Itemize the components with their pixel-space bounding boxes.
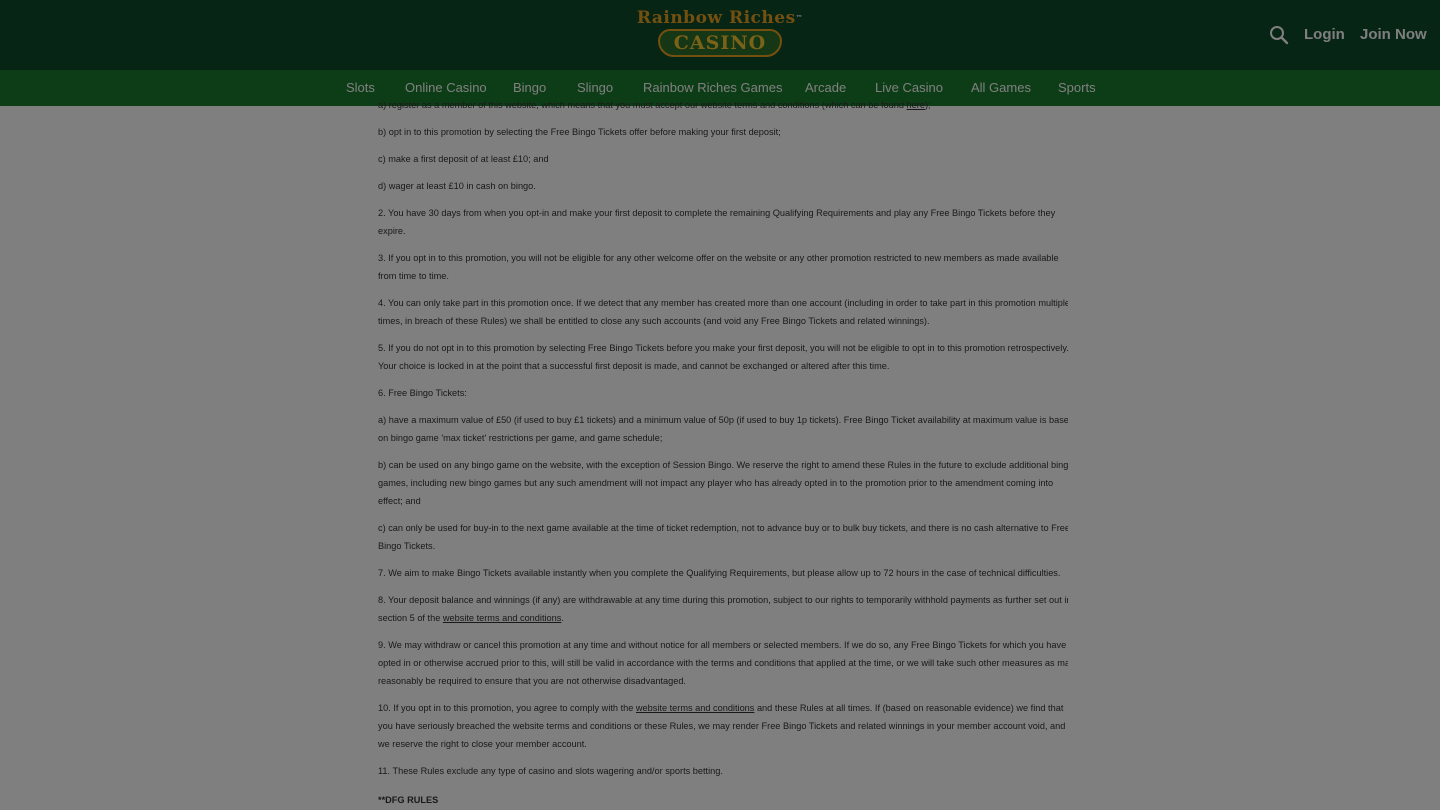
term-8: 8. Your deposit balance and winnings (if… [378, 595, 1068, 623]
dfg-rules-heading: **DFG RULES [378, 795, 439, 805]
term-4: 4. You can only take part in this promot… [378, 298, 1068, 326]
term-1b: b) opt in to this promotion by selecting… [378, 127, 781, 137]
logo-casino-badge: CASINO [657, 29, 783, 57]
term-3: 3. If you opt in to this promotion, you … [378, 253, 1059, 281]
term-6a: a) have a maximum value of £50 (if used … [378, 415, 1068, 443]
website-terms-link[interactable]: website terms and conditions [443, 613, 561, 623]
term-1a: a) register as a member of this website,… [378, 100, 931, 110]
term-1d: d) wager at least £10 in cash on bingo. [378, 181, 536, 191]
term-2: 2. You have 30 days from when you opt-in… [378, 208, 1056, 236]
rainbow-riches-casino-logo[interactable]: Rainbow Riches™ CASINO [626, 8, 814, 60]
nav-item-slots[interactable]: Slots [346, 70, 375, 106]
term-5: 5. If you do not opt in to this promotio… [378, 343, 1068, 371]
term-6: 6. Free Bingo Tickets: [378, 388, 467, 398]
term-9: 9. We may withdraw or cancel this promot… [378, 640, 1068, 686]
term-10: 10. If you opt in to this promotion, you… [378, 703, 1066, 749]
search-icon[interactable] [1268, 24, 1290, 46]
here-link[interactable]: here [907, 100, 925, 110]
term-6b: b) can be used on any bingo game on the … [378, 460, 1068, 506]
term-7: 7. We aim to make Bingo Tickets availabl… [378, 568, 1061, 578]
logo-title: Rainbow Riches™ [636, 8, 804, 28]
term-11: 11. These Rules exclude any type of casi… [378, 766, 723, 776]
join-now-button[interactable]: Join Now [1360, 24, 1427, 46]
term-6c: c) can only be used for buy-in to the ne… [378, 523, 1068, 551]
site-header: Rainbow Riches™ CASINO Login Join Now [0, 0, 1440, 70]
login-button[interactable]: Login [1304, 24, 1345, 46]
promotion-terms: a) register as a member of this website,… [378, 96, 1068, 809]
term-1c: c) make a first deposit of at least £10;… [378, 154, 549, 164]
website-terms-link[interactable]: website terms and conditions [636, 703, 754, 713]
